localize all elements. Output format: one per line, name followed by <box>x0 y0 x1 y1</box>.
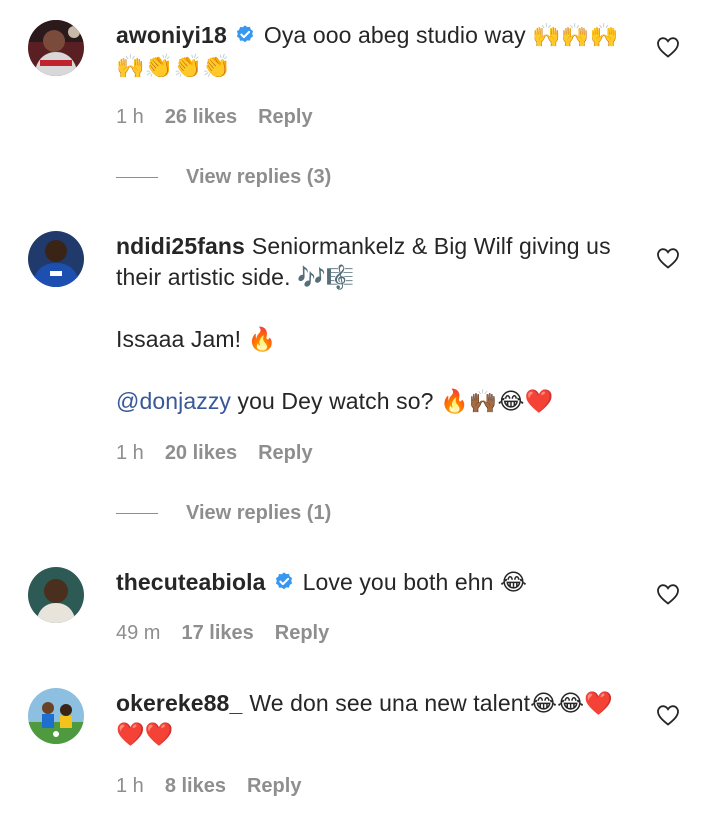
divider-line <box>116 512 158 514</box>
comment-text: awoniyi18 Oya ooo abeg studio way 🙌🙌🙌🙌👏👏👏 <box>116 20 636 82</box>
reply-button[interactable]: Reply <box>247 774 301 798</box>
comment-username[interactable]: awoniyi18 <box>116 22 227 48</box>
view-replies-button[interactable]: View replies (3) <box>116 164 331 190</box>
comment-paragraph: @donjazzy you Dey watch so? 🔥🙌🏾😂❤️ <box>116 386 636 417</box>
comment-meta: 49 m 17 likes Reply <box>116 621 329 645</box>
divider-line <box>116 176 158 178</box>
comment-likes[interactable]: 8 likes <box>165 774 226 798</box>
view-replies-button[interactable]: View replies (1) <box>116 500 331 526</box>
comment-time: 1 h <box>116 106 144 128</box>
comment-time: 1 h <box>116 442 144 464</box>
comment-username[interactable]: okereke88_ <box>116 690 242 716</box>
comment-likes[interactable]: 26 likes <box>165 105 237 129</box>
comment-time: 1 h <box>116 775 144 797</box>
avatar[interactable] <box>28 231 84 287</box>
view-replies-label: View replies (1) <box>186 501 332 524</box>
like-heart-icon[interactable] <box>656 583 680 605</box>
reply-button[interactable]: Reply <box>258 441 312 465</box>
comment-text: ndidi25fans Seniormankelz & Big Wilf givi… <box>116 231 636 417</box>
comment-meta: 1 h 26 likes Reply <box>116 105 313 129</box>
comment-likes[interactable]: 20 likes <box>165 441 237 465</box>
comment-meta: 1 h 20 likes Reply <box>116 441 313 465</box>
comment-likes[interactable]: 17 likes <box>181 621 253 645</box>
like-heart-icon[interactable] <box>656 36 680 58</box>
avatar[interactable] <box>28 567 84 623</box>
comment-message: Love you both ehn 😂 <box>302 569 527 595</box>
reply-button[interactable]: Reply <box>275 621 329 645</box>
mention-link[interactable]: @donjazzy <box>116 388 231 414</box>
comment-text: thecuteabiola Love you both ehn 😂 <box>116 567 636 598</box>
like-heart-icon[interactable] <box>656 247 680 269</box>
verified-badge-icon <box>236 25 253 43</box>
comment-meta: 1 h 8 likes Reply <box>116 774 301 798</box>
comment-username[interactable]: thecuteabiola <box>116 569 266 595</box>
verified-badge-icon <box>275 572 292 590</box>
avatar[interactable] <box>28 688 84 744</box>
avatar[interactable] <box>28 20 84 76</box>
comment-time: 49 m <box>116 622 161 644</box>
view-replies-label: View replies (3) <box>186 165 332 188</box>
comment-text: okereke88_ We don see una new talent😂😂❤️❤… <box>116 688 636 750</box>
reply-button[interactable]: Reply <box>258 105 312 129</box>
like-heart-icon[interactable] <box>656 704 680 726</box>
comment-message: you Dey watch so? 🔥🙌🏾😂❤️ <box>231 388 554 414</box>
comment-paragraph: Issaaa Jam! 🔥 <box>116 326 277 352</box>
comment-username[interactable]: ndidi25fans <box>116 233 245 259</box>
